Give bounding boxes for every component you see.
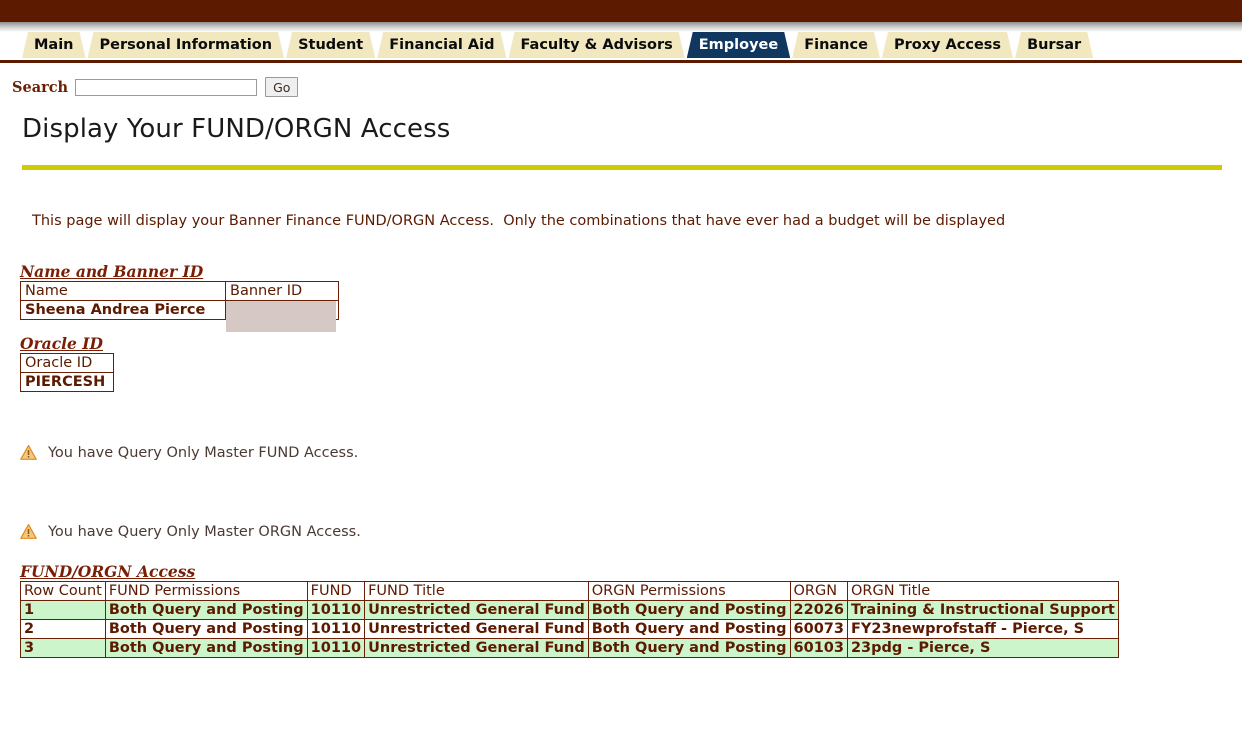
- tab-bursar[interactable]: Bursar: [1015, 32, 1093, 58]
- table-row: 1 Both Query and Posting 10110 Unrestricted…: [20, 600, 1119, 620]
- column-header-fund: FUND: [306, 581, 366, 601]
- cell-row-count: 3: [20, 638, 106, 658]
- warning-message: You have Query Only Master FUND Access.: [20, 444, 1242, 461]
- column-header-row-count: Row Count: [20, 581, 106, 601]
- column-header-orgn-title: ORGN Title: [846, 581, 1119, 601]
- cell-orgn: 60103: [789, 638, 848, 658]
- tab-student[interactable]: Student: [286, 32, 375, 58]
- tab-employee[interactable]: Employee: [687, 32, 790, 58]
- cell-fund-permissions: Both Query and Posting: [104, 619, 308, 639]
- column-header-orgn-permissions: ORGN Permissions: [587, 581, 791, 601]
- cell-orgn: 22026: [789, 600, 848, 620]
- redaction-block: [226, 301, 336, 332]
- tab-proxy-access[interactable]: Proxy Access: [882, 32, 1013, 58]
- search-go-button[interactable]: Go: [265, 77, 299, 97]
- column-header-fund-permissions: FUND Permissions: [104, 581, 308, 601]
- cell-fund: 10110: [306, 638, 366, 658]
- cell-name: Sheena Andrea Pierce: [20, 300, 226, 320]
- cell-oracle-id: PIERCESH: [20, 372, 114, 392]
- cell-orgn-title: 23pdg - Pierce, S: [846, 638, 1119, 658]
- name-section-heading: Name and Banner ID: [20, 262, 204, 281]
- table-row: PIERCESH: [20, 372, 114, 392]
- warning-triangle-icon: [20, 445, 37, 460]
- table-row: 2 Both Query and Posting 10110 Unrestricted…: [20, 619, 1119, 639]
- tab-personal-information[interactable]: Personal Information: [88, 32, 285, 58]
- search-row: Search Go: [12, 76, 1242, 98]
- cell-banner-id: [225, 300, 339, 332]
- cell-fund-permissions: Both Query and Posting: [104, 638, 308, 658]
- cell-orgn-title: Training & Instructional Support: [846, 600, 1119, 620]
- search-input[interactable]: [75, 78, 258, 96]
- table-header-row: Oracle ID: [20, 353, 114, 373]
- table-row: 3 Both Query and Posting 10110 Unrestricted…: [20, 638, 1119, 658]
- cell-orgn-permissions: Both Query and Posting: [587, 619, 791, 639]
- warning-messages: You have Query Only Master FUND Access. Y…: [0, 444, 1242, 540]
- cell-fund-title: Unrestricted General Fund: [364, 619, 589, 639]
- warning-message: You have Query Only Master ORGN Access.: [20, 523, 1242, 540]
- cell-orgn-title: FY23newprofstaff - Pierce, S: [846, 619, 1119, 639]
- cell-fund-permissions: Both Query and Posting: [104, 600, 308, 620]
- top-banner: [0, 0, 1242, 22]
- oracle-id-table: Oracle ID PIERCESH: [20, 353, 114, 392]
- cell-fund-title: Unrestricted General Fund: [364, 638, 589, 658]
- oracle-section-heading: Oracle ID: [20, 334, 103, 353]
- access-section-heading: FUND/ORGN Access: [20, 562, 196, 581]
- column-header-banner-id: Banner ID: [225, 281, 339, 301]
- cell-orgn: 60073: [789, 619, 848, 639]
- search-label: Search: [12, 78, 69, 96]
- column-header-name: Name: [20, 281, 226, 301]
- table-row: Sheena Andrea Pierce: [20, 300, 339, 332]
- tab-faculty-advisors[interactable]: Faculty & Advisors: [509, 32, 685, 58]
- tab-financial-aid[interactable]: Financial Aid: [377, 32, 506, 58]
- warning-text: You have Query Only Master FUND Access.: [48, 444, 359, 461]
- warning-triangle-icon: [20, 524, 37, 539]
- cell-fund-title: Unrestricted General Fund: [364, 600, 589, 620]
- table-header-row: Row Count FUND Permissions FUND FUND Title O…: [20, 581, 1119, 601]
- cell-fund: 10110: [306, 600, 366, 620]
- tabbar-divider: [0, 60, 1242, 63]
- cell-row-count: 2: [20, 619, 106, 639]
- cell-row-count: 1: [20, 600, 106, 620]
- warning-text: You have Query Only Master ORGN Access.: [48, 523, 361, 540]
- column-header-fund-title: FUND Title: [364, 581, 589, 601]
- tab-finance[interactable]: Finance: [792, 32, 880, 58]
- tab-main[interactable]: Main: [22, 32, 86, 58]
- intro-text: This page will display your Banner Finan…: [32, 213, 1006, 229]
- banner-shadow: [0, 22, 1242, 32]
- cell-orgn-permissions: Both Query and Posting: [587, 600, 791, 620]
- name-banner-id-table: Name Banner ID Sheena Andrea Pierce: [20, 281, 339, 332]
- column-header-orgn: ORGN: [789, 581, 848, 601]
- cell-fund: 10110: [306, 619, 366, 639]
- column-header-oracle-id: Oracle ID: [20, 353, 114, 373]
- title-divider: [22, 165, 1222, 170]
- fund-orgn-access-table: Row Count FUND Permissions FUND FUND Title O…: [20, 581, 1119, 658]
- table-header-row: Name Banner ID: [20, 281, 339, 301]
- page-title: Display Your FUND/ORGN Access: [22, 114, 451, 144]
- cell-orgn-permissions: Both Query and Posting: [587, 638, 791, 658]
- main-tab-bar: Main Personal Information Student Financial…: [0, 32, 1242, 60]
